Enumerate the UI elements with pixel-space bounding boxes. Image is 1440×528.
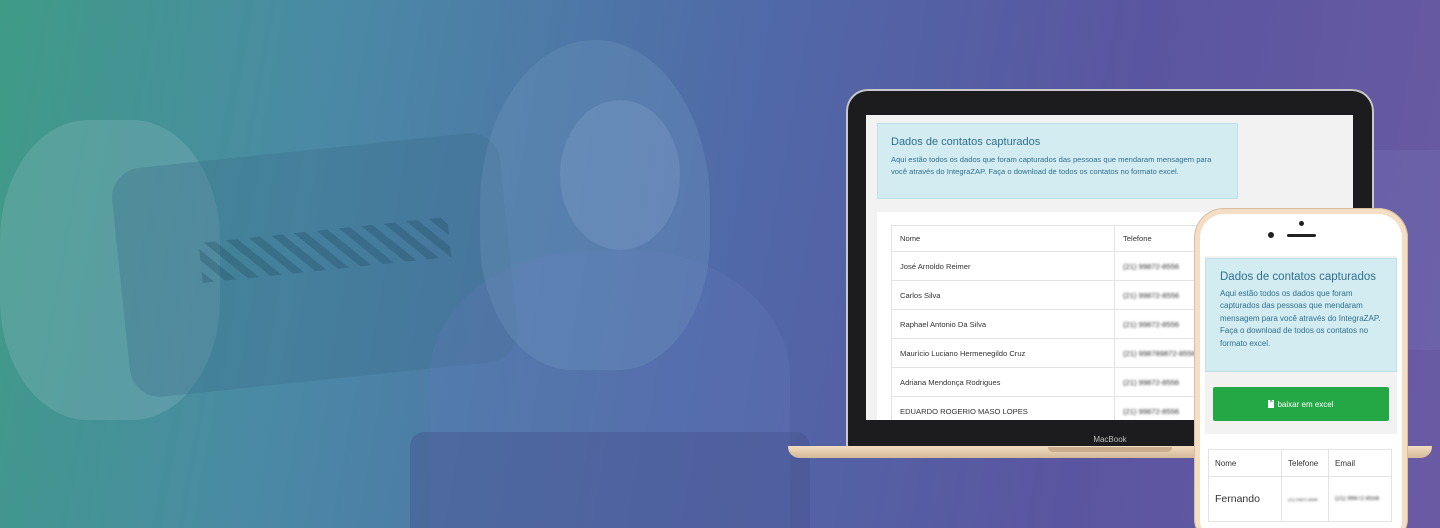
iphone-speaker bbox=[1287, 234, 1316, 237]
iphone-screen: Dados de contatos capturados Aqui estão … bbox=[1205, 256, 1397, 528]
contact-name: Raphael Antonio Da Silva bbox=[891, 309, 1115, 339]
iphone-sensor bbox=[1268, 232, 1274, 238]
table-header-row: Nome Telefone Email bbox=[1208, 449, 1392, 477]
info-title: Dados de contatos capturados bbox=[891, 136, 1041, 148]
background-person-face bbox=[560, 100, 680, 250]
phone-contacts-table: Nome Telefone Email Fernando (21) 99872-… bbox=[1208, 449, 1392, 522]
macbook-brand-label: MacBook bbox=[1093, 435, 1127, 444]
phone-info-title: Dados de contatos capturados bbox=[1220, 271, 1376, 283]
hero-banner: Dados de contatos capturados Aqui estão … bbox=[0, 0, 1440, 528]
contact-name: Fernando bbox=[1208, 476, 1282, 522]
background-laptop bbox=[410, 432, 810, 528]
info-text: Aqui estão todos os dados que foram capt… bbox=[891, 155, 1212, 176]
download-excel-button[interactable]: baixar em excel bbox=[1213, 387, 1389, 421]
contact-name: EDUARDO ROGERIO MASO LOPES bbox=[891, 396, 1115, 420]
contact-name: Maurício Luciano Hermenegildo Cruz bbox=[891, 338, 1115, 368]
phone-contacts-table-card: Nome Telefone Email Fernando (21) 99872-… bbox=[1205, 434, 1397, 528]
column-header-name[interactable]: Nome bbox=[891, 225, 1115, 252]
contact-name: José Arnoldo Reimer bbox=[891, 251, 1115, 281]
contact-phone: (21) 99872-8556 bbox=[1281, 476, 1329, 522]
column-header-email[interactable]: Email bbox=[1328, 449, 1392, 477]
contact-name: Adriana Mendonça Rodrigues bbox=[891, 367, 1115, 397]
info-alert: Dados de contatos capturados Aqui estão … bbox=[877, 123, 1238, 199]
contact-email: (21) 99872-8556 bbox=[1328, 476, 1392, 522]
column-header-name[interactable]: Nome bbox=[1208, 449, 1282, 477]
macbook-notch bbox=[1048, 447, 1172, 452]
phone-info-alert: Dados de contatos capturados Aqui estão … bbox=[1205, 258, 1397, 372]
phone-info-text: Aqui estão todos os dados que foram capt… bbox=[1220, 289, 1381, 348]
iphone-camera bbox=[1299, 221, 1304, 226]
download-excel-label: baixar em excel bbox=[1277, 399, 1334, 409]
table-row[interactable]: Fernando (21) 99872-8556 (21) 99872-8556 bbox=[1208, 476, 1392, 522]
excel-file-icon bbox=[1268, 398, 1275, 408]
column-header-phone[interactable]: Telefone bbox=[1281, 449, 1329, 477]
contact-name: Carlos Silva bbox=[891, 280, 1115, 310]
